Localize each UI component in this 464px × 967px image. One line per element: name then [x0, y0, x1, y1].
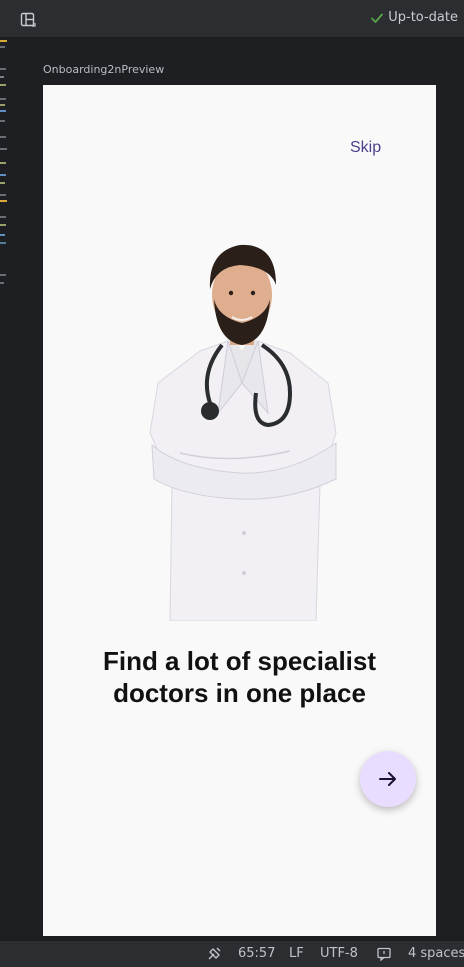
- indent-setting[interactable]: 4 spaces: [408, 946, 464, 961]
- headline-line-2: doctors in one place: [113, 678, 366, 708]
- status-label: Up-to-date: [388, 10, 458, 25]
- power-save-icon[interactable]: [206, 946, 222, 962]
- arrow-right-icon: [379, 772, 396, 786]
- onboarding-screen: Skip Find a lot of specialist doctors in…: [43, 85, 436, 936]
- check-icon: [371, 13, 384, 23]
- onboarding-headline: Find a lot of specialist doctors in one …: [43, 645, 436, 709]
- comment-icon[interactable]: [376, 946, 392, 962]
- doctor-illustration: [149, 244, 337, 621]
- top-toolbar: Up-to-date: [0, 0, 464, 38]
- ide-status-bar: 65:57 LF UTF-8 4 spaces: [0, 940, 464, 967]
- status-indicator[interactable]: Up-to-date: [370, 10, 458, 25]
- line-ending[interactable]: LF: [289, 946, 304, 961]
- file-encoding[interactable]: UTF-8: [320, 946, 358, 961]
- layout-panel-icon[interactable]: [20, 12, 36, 28]
- cursor-position[interactable]: 65:57: [238, 946, 275, 961]
- editor-gutter: [0, 38, 7, 938]
- next-button[interactable]: [360, 751, 416, 807]
- skip-button[interactable]: Skip: [350, 139, 381, 157]
- headline-line-1: Find a lot of specialist: [102, 646, 377, 676]
- preview-label: Onboarding2nPreview: [43, 63, 165, 76]
